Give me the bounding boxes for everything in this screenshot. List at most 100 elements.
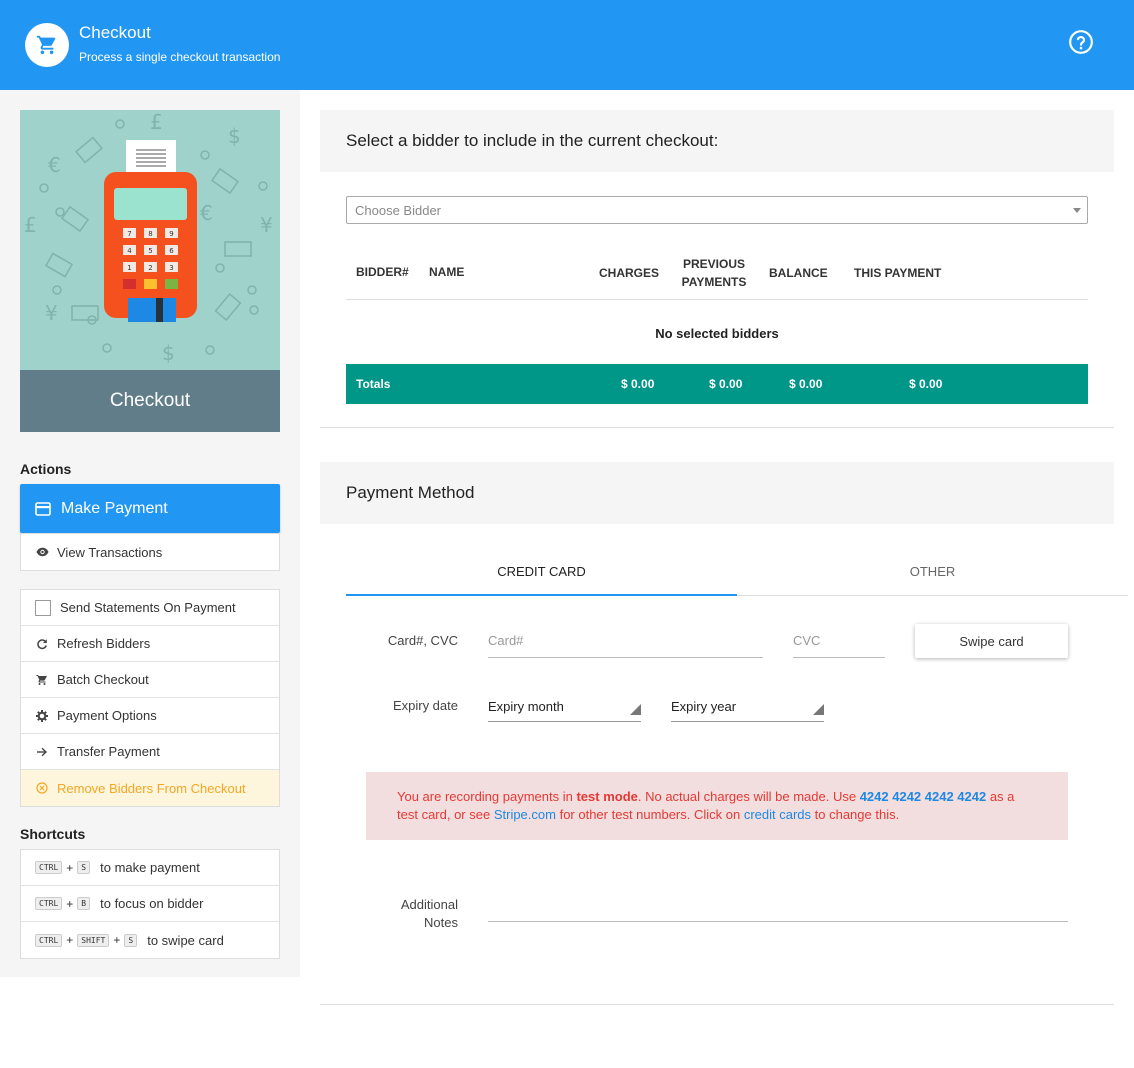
dropdown-triangle-icon — [630, 704, 641, 715]
shortcut-focus-bidder: CTRL + B to focus on bidder — [21, 886, 279, 922]
send-statements-checkbox[interactable] — [35, 599, 51, 616]
transfer-payment-button[interactable]: Transfer Payment — [21, 734, 279, 770]
page-subtitle: Process a single checkout transaction — [79, 50, 281, 64]
refresh-icon — [35, 638, 49, 650]
shortcuts-list: CTRL + S to make payment CTRL + B to focus o… — [20, 849, 280, 959]
batch-checkout-button[interactable]: Batch Checkout — [21, 662, 279, 698]
svg-text:5: 5 — [148, 247, 152, 255]
col-charges: CHARGES — [599, 266, 660, 280]
view-transactions-button[interactable]: View Transactions — [21, 534, 279, 570]
app-header: Checkout Process a single checkout trans… — [0, 0, 1134, 90]
svg-text:6: 6 — [169, 247, 174, 255]
remove-bidders-button[interactable]: Remove Bidders From Checkout — [21, 770, 279, 806]
card-number-input[interactable]: Card# — [488, 624, 763, 658]
bidder-panel-title: Select a bidder to include in the curren… — [320, 110, 1114, 172]
payment-panel-title: Payment Method — [320, 462, 1114, 524]
eye-icon — [35, 547, 49, 557]
help-circle-icon[interactable] — [1068, 29, 1094, 55]
shortcut-make-payment: CTRL + S to make payment — [21, 850, 279, 886]
make-payment-button[interactable]: Make Payment — [20, 484, 280, 533]
empty-table-message: No selected bidders — [655, 326, 779, 341]
expiry-month-select[interactable]: Expiry month — [488, 694, 641, 722]
svg-text:¥: ¥ — [45, 301, 58, 325]
shortcuts-title: Shortcuts — [20, 826, 86, 842]
svg-text:¥: ¥ — [260, 213, 273, 237]
cart-icon — [35, 674, 49, 686]
expiry-month-value: Expiry month — [488, 699, 564, 714]
svg-text:2: 2 — [148, 264, 152, 272]
batch-checkout-label: Batch Checkout — [57, 672, 149, 687]
col-balance: BALANCE — [769, 266, 828, 280]
alert-text: for other test numbers. Click on — [555, 807, 744, 822]
svg-text:9: 9 — [169, 230, 173, 238]
gear-icon — [35, 709, 49, 722]
additional-notes-input[interactable] — [488, 888, 1068, 922]
key-ctrl: CTRL — [35, 933, 63, 947]
table-divider — [346, 299, 1088, 300]
notes-label-line-1: Additional — [400, 897, 458, 912]
key-ctrl: CTRL — [35, 861, 63, 874]
expiry-year-value: Expiry year — [671, 699, 737, 714]
payment-options-button[interactable]: Payment Options — [21, 698, 279, 734]
send-statements-option[interactable]: Send Statements On Payment — [21, 590, 279, 626]
key-ctrl: CTRL — [35, 897, 63, 910]
choose-bidder-select[interactable]: Choose Bidder — [346, 196, 1088, 224]
credit-cards-link[interactable]: credit cards — [744, 807, 811, 822]
shortcut-text: to make payment — [100, 860, 200, 875]
notes-label: Additional Notes — [360, 896, 458, 932]
svg-text:£: £ — [24, 213, 37, 237]
hero-caption: Checkout — [20, 370, 280, 432]
alert-text: You are recording payments in — [397, 789, 577, 804]
sidebar: £ $ € £ € ¥ ¥ $ 7 8 9 4 5 6 1 2 3 Checko… — [0, 90, 300, 977]
alert-text: to change this. — [811, 807, 900, 822]
shortcut-swipe-card: CTRL + SHIFT + S to swipe card — [21, 922, 279, 958]
bidder-panel: Select a bidder to include in the curren… — [320, 110, 1114, 428]
alert-text: . No actual charges will be made. Use — [637, 789, 860, 804]
choose-bidder-placeholder: Choose Bidder — [355, 202, 441, 218]
totals-previous-payments: $ 0.00 — [709, 377, 743, 391]
totals-label: Totals — [356, 377, 391, 391]
card-label: Card#, CVC — [387, 633, 458, 648]
svg-text:€: € — [200, 201, 213, 225]
swipe-card-button[interactable]: Swipe card — [915, 624, 1068, 658]
actions-title: Actions — [20, 461, 72, 477]
tab-other[interactable]: OTHER — [737, 562, 1128, 596]
svg-text:4: 4 — [127, 247, 132, 255]
view-transactions-menu: View Transactions — [20, 533, 280, 571]
page-title: Checkout — [79, 23, 151, 42]
dropdown-triangle-icon — [813, 704, 824, 715]
arrow-right-icon — [35, 747, 49, 757]
col-previous-payments: PREVIOUS PAYMENTS — [678, 255, 750, 291]
totals-this-payment: $ 0.00 — [909, 377, 943, 391]
totals-balance: $ 0.00 — [789, 377, 823, 391]
make-payment-label: Make Payment — [61, 499, 168, 517]
shortcut-text: to focus on bidder — [100, 896, 204, 911]
cart-icon — [25, 23, 69, 67]
shortcut-text: to swipe card — [147, 932, 224, 948]
close-circle-icon — [35, 782, 49, 794]
transfer-payment-label: Transfer Payment — [57, 744, 160, 759]
svg-text:€: € — [48, 153, 61, 177]
credit-card-icon — [35, 501, 51, 516]
key-s: S — [77, 861, 91, 874]
checkout-hero: £ $ € £ € ¥ ¥ $ 7 8 9 4 5 6 1 2 3 Checko… — [20, 110, 280, 432]
view-transactions-label: View Transactions — [57, 544, 163, 560]
cvc-input[interactable]: CVC — [793, 624, 885, 658]
svg-text:7: 7 — [127, 230, 131, 238]
refresh-bidders-button[interactable]: Refresh Bidders — [21, 626, 279, 662]
tab-credit-card[interactable]: CREDIT CARD — [346, 562, 737, 596]
key-shift: SHIFT — [77, 933, 110, 947]
remove-bidders-label: Remove Bidders From Checkout — [57, 780, 246, 796]
key-s: S — [124, 933, 138, 947]
send-statements-label: Send Statements On Payment — [60, 600, 236, 615]
stripe-link[interactable]: Stripe.com — [494, 807, 556, 822]
totals-row: Totals $ 0.00 $ 0.00 $ 0.00 $ 0.00 — [346, 364, 1088, 404]
totals-charges: $ 0.00 — [621, 377, 655, 391]
test-card-number: 4242 4242 4242 4242 — [859, 789, 987, 804]
payment-options-label: Payment Options — [57, 708, 157, 723]
col-this-payment: THIS PAYMENT — [854, 266, 942, 280]
svg-text:8: 8 — [148, 230, 152, 238]
svg-text:1: 1 — [127, 264, 131, 272]
expiry-year-select[interactable]: Expiry year — [671, 694, 824, 722]
svg-text:£: £ — [150, 110, 163, 134]
